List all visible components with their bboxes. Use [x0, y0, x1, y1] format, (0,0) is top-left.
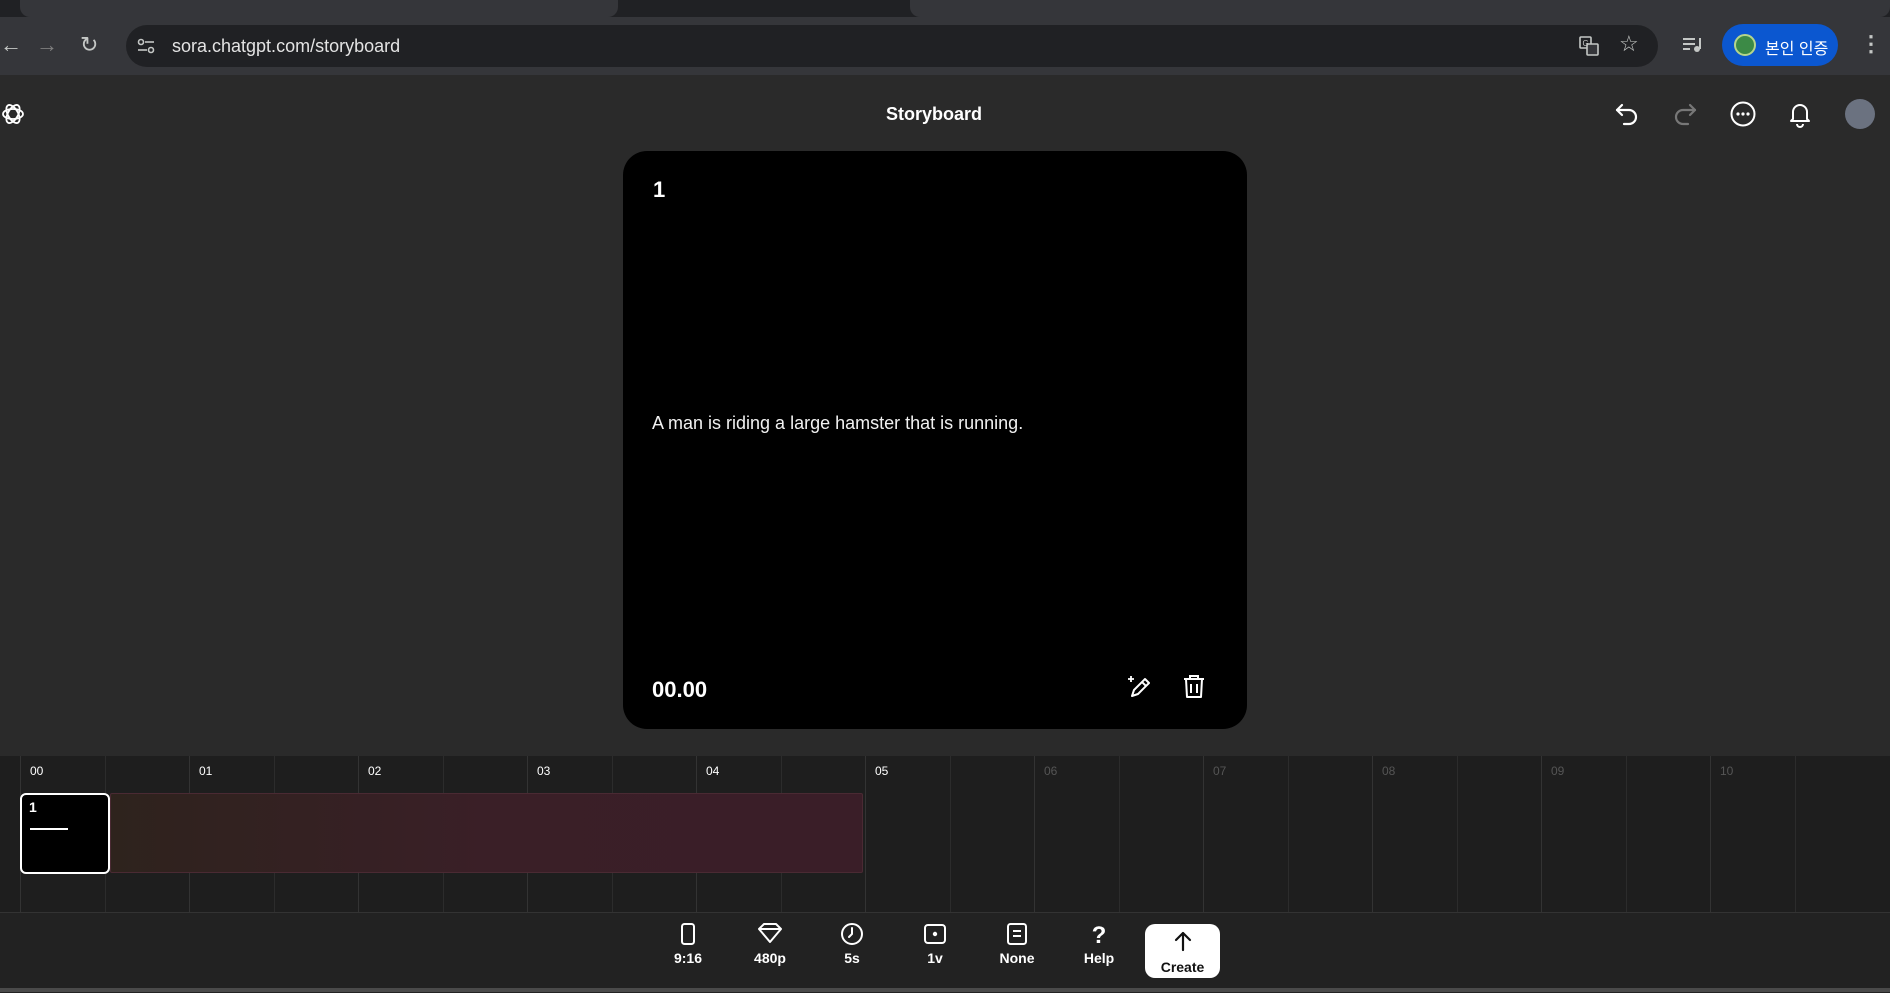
question-icon: ?	[1091, 922, 1107, 949]
timeline-gridline	[1372, 756, 1373, 912]
timeline-subgridline	[1118, 756, 1120, 912]
create-label: Create	[1160, 959, 1205, 975]
aspect-ratio-button[interactable]: 9:16	[653, 922, 723, 978]
bookmark-star-icon[interactable]: ☆	[1619, 32, 1639, 56]
timeline-subgridline	[949, 756, 951, 912]
scene-timestamp: 00.00	[652, 677, 708, 702]
timeline-thumb-line	[30, 828, 68, 830]
page-title: Storyboard	[885, 104, 982, 124]
aspect-ratio-label: 9:16	[673, 950, 703, 966]
timeline-gridline	[1710, 756, 1711, 912]
timeline-tick-label: 08	[1382, 764, 1396, 778]
preset-label: None	[999, 950, 1035, 966]
help-label: Help	[1083, 950, 1115, 966]
diamond-icon	[758, 923, 782, 943]
timeline-thumb-number: 1	[29, 799, 37, 815]
notification-bell-icon[interactable]	[1787, 100, 1813, 128]
timeline-tick-label: 06	[1044, 764, 1058, 778]
url-text[interactable]: sora.chatgpt.com/storyboard	[172, 36, 400, 57]
avatar[interactable]	[1845, 99, 1875, 129]
window-bottom-edge	[0, 988, 1890, 992]
square-dot-icon	[924, 924, 946, 944]
timeline-tick-label: 00	[30, 764, 44, 778]
timeline-clip[interactable]	[110, 793, 863, 873]
timeline-tick-label: 01	[199, 764, 213, 778]
timeline-tick-label: 03	[537, 764, 551, 778]
timeline-gridline	[865, 756, 866, 912]
variations-button[interactable]: 1v	[900, 922, 970, 978]
timeline-tick-label: 05	[875, 764, 889, 778]
phone-portrait-icon	[681, 923, 695, 945]
timeline-tick-label: 10	[1720, 764, 1734, 778]
storyboard-card[interactable]	[623, 151, 1247, 729]
delete-trash-icon[interactable]	[1181, 673, 1207, 701]
identity-verify-label: 본인 인증	[1765, 41, 1829, 58]
edit-pencil-sparkle-icon[interactable]	[1126, 673, 1154, 701]
site-info-icon[interactable]	[136, 36, 156, 56]
undo-icon[interactable]	[1614, 100, 1640, 126]
timeline-subgridline	[1625, 756, 1627, 912]
timeline-tick-label: 09	[1551, 764, 1565, 778]
clock-icon	[841, 923, 863, 945]
timeline-gridline	[1034, 756, 1035, 912]
duration-label: 5s	[844, 950, 860, 966]
timeline-subgridline	[1794, 756, 1796, 912]
timeline-tick-label: 02	[368, 764, 382, 778]
help-button[interactable]: ? Help	[1064, 922, 1134, 978]
browser-tab[interactable]	[20, 0, 618, 17]
duration-button[interactable]: 5s	[817, 922, 887, 978]
browser-menu-icon[interactable]: ⋮	[1860, 32, 1882, 56]
timeline-tick-label: 04	[706, 764, 720, 778]
forward-icon[interactable]: →	[36, 33, 58, 57]
create-button[interactable]: Create	[1145, 924, 1220, 978]
preset-button[interactable]: None	[982, 922, 1052, 978]
browser-tab[interactable]	[910, 0, 1890, 17]
timeline-subgridline	[1456, 756, 1458, 912]
translate-icon[interactable]: G	[1578, 35, 1600, 57]
reload-icon[interactable]: ↻	[80, 33, 98, 57]
resolution-button[interactable]: 480p	[735, 922, 805, 978]
svg-text:G: G	[1583, 39, 1589, 48]
timeline-subgridline	[1287, 756, 1289, 912]
variations-label: 1v	[927, 950, 943, 966]
media-queue-icon[interactable]	[1682, 36, 1702, 54]
more-options-icon[interactable]	[1729, 100, 1757, 128]
document-icon	[1007, 923, 1027, 945]
scene-number: 1	[653, 177, 666, 202]
redo-icon[interactable]	[1672, 100, 1698, 126]
timeline-gridline	[1541, 756, 1542, 912]
scene-prompt[interactable]: A man is riding a large hamster that is …	[652, 413, 1023, 434]
resolution-label: 480p	[754, 950, 786, 966]
arrow-up-icon	[1174, 931, 1191, 952]
timeline-gridline	[1203, 756, 1204, 912]
verify-badge-icon	[1734, 34, 1756, 56]
timeline-tick-label: 07	[1213, 764, 1227, 778]
back-icon[interactable]: ←	[0, 33, 22, 57]
